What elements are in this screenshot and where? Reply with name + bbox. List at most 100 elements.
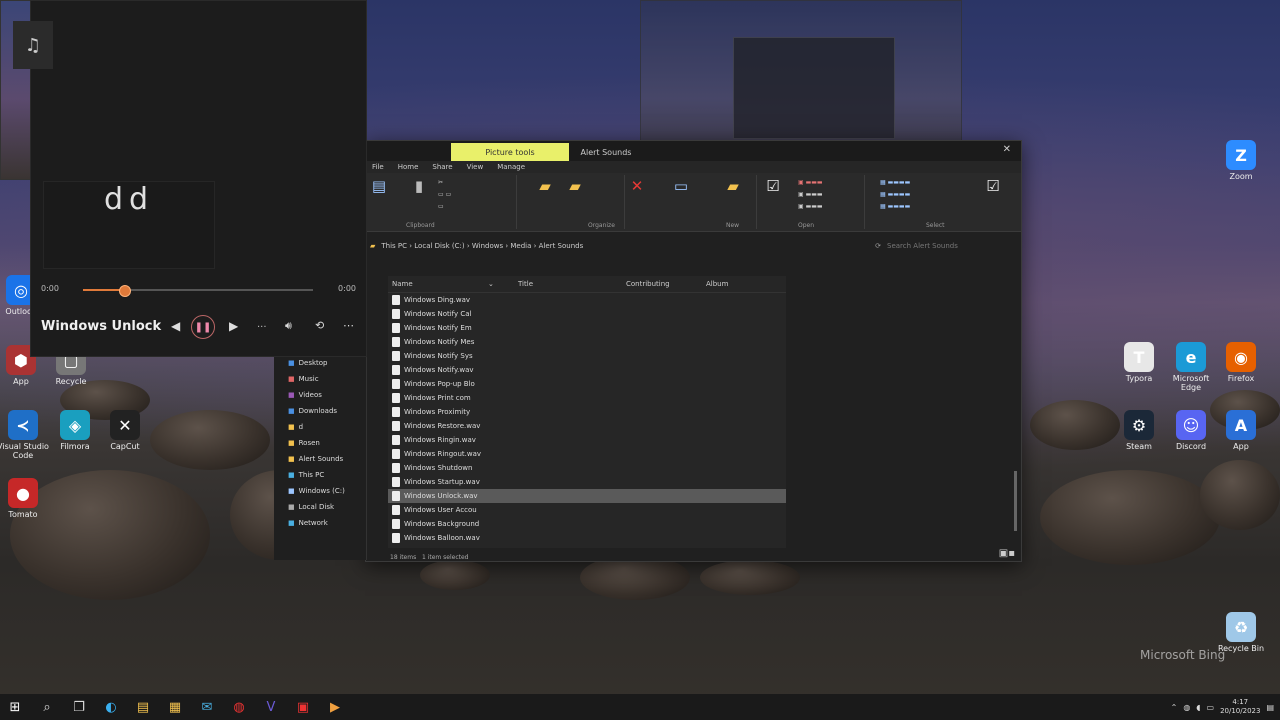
copy-button[interactable]: ▤ (370, 177, 388, 195)
file-row[interactable]: Windows Notify Mes (388, 335, 786, 349)
media-player[interactable]: ♫ dd 0:00 0:00 Windows Unlock ◀ ❚❚ ▶ ...… (13, 0, 367, 357)
desktop-icon[interactable]: A App (1212, 410, 1270, 451)
nav-item[interactable]: ■ Downloads (274, 403, 366, 419)
file-row[interactable]: Windows Notify Em (388, 321, 786, 335)
column-contributing[interactable]: Contributing (626, 280, 706, 288)
network-icon[interactable]: ◍ (1183, 703, 1190, 712)
desktop-icon[interactable]: ⚙ Steam (1110, 410, 1168, 451)
breadcrumb-item[interactable]: This PC (381, 242, 407, 250)
taskbar-app-icon[interactable]: ✉ (194, 694, 220, 720)
file-row[interactable]: Windows Unlock.wav (388, 489, 786, 503)
breadcrumb-item[interactable]: Windows (472, 242, 503, 250)
file-row[interactable]: Windows Proximity (388, 405, 786, 419)
previous-icon[interactable]: ◀ (171, 319, 180, 333)
volume-icon[interactable]: ◖ (1196, 703, 1200, 712)
desktop-icon[interactable]: ◉ Firefox (1212, 342, 1270, 383)
taskbar-app-icon[interactable]: ⊞ (2, 694, 28, 720)
ribbon-tab-manage[interactable]: Manage (497, 163, 525, 171)
media-preview-thumbnail[interactable] (1, 1, 321, 179)
file-row[interactable]: Windows Notify.wav (388, 363, 786, 377)
file-row[interactable]: Windows Print com (388, 391, 786, 405)
taskbar-app-icon[interactable]: ◍ (226, 694, 252, 720)
column-title[interactable]: Title (518, 280, 626, 288)
file-row[interactable]: Windows Notify Sys (388, 349, 786, 363)
nav-item[interactable]: ■ Rosen (274, 435, 366, 451)
next-icon[interactable]: ▶ (229, 319, 238, 333)
file-row[interactable]: Windows Balloon.wav (388, 531, 786, 545)
desktop-icon[interactable]: ≺ Visual Studio Code (0, 410, 52, 460)
paste-button[interactable]: ▮ (410, 177, 428, 195)
notifications-icon[interactable]: ▤ (1266, 703, 1274, 712)
navigation-pane[interactable]: ■ Desktop ■ Music ■ Videos ■ Downloads ■ d ■ Rosen ■… (274, 355, 367, 560)
file-row[interactable]: Windows Notify Cal (388, 307, 786, 321)
file-row[interactable]: Windows Ringin.wav (388, 433, 786, 447)
repeat-icon[interactable]: ⟲ (315, 319, 324, 332)
nav-item[interactable]: ■ Desktop (274, 355, 366, 371)
nav-item[interactable]: ■ Alert Sounds (274, 451, 366, 467)
tab-picture-tools[interactable]: Picture tools (451, 143, 569, 161)
taskbar-app-icon[interactable]: ❐ (66, 694, 92, 720)
breadcrumb-item[interactable]: Local Disk (C:) (414, 242, 464, 250)
battery-icon[interactable]: ▭ (1207, 703, 1215, 712)
rename-button[interactable]: ▭ (672, 177, 690, 195)
desktop-icon[interactable]: T Typora (1110, 342, 1168, 383)
column-album[interactable]: Album (706, 280, 766, 288)
pause-button[interactable]: ❚❚ (191, 315, 215, 339)
view-toggle-icon[interactable]: ▣▪ (999, 548, 1015, 559)
breadcrumb-item[interactable]: Media (510, 242, 531, 250)
select-button[interactable]: ☑ (984, 177, 1002, 195)
file-row[interactable]: Windows Ding.wav (388, 293, 786, 307)
column-name[interactable]: Name (388, 280, 488, 288)
taskbar-app-icon[interactable]: ▤ (130, 694, 156, 720)
nav-item[interactable]: ■ This PC (274, 467, 366, 483)
nav-item[interactable]: ■ Windows (C:) (274, 483, 366, 499)
nav-item[interactable]: ■ Music (274, 371, 366, 387)
scrollbar[interactable] (1014, 471, 1017, 531)
file-row[interactable]: Windows Pop-up Blo (388, 377, 786, 391)
clock[interactable]: 4:17 20/10/2023 (1220, 698, 1260, 716)
file-row[interactable]: Windows Background (388, 517, 786, 531)
volume-icon[interactable]: 🔊︎ (285, 319, 292, 333)
move-to-button[interactable]: ▰ (536, 177, 554, 195)
desktop-icon[interactable]: ● Tomato (0, 478, 52, 519)
nav-item-label: Desktop (298, 359, 328, 367)
search-input[interactable]: Search Alert Sounds (887, 242, 1007, 250)
file-explorer-window[interactable]: Picture tools Alert Sounds ✕ File Home Sha… (365, 140, 1022, 562)
delete-button[interactable]: ✕ (628, 177, 646, 195)
taskbar-app-icon[interactable]: ▶ (322, 694, 348, 720)
taskbar-app-icon[interactable]: V (258, 694, 284, 720)
refresh-icon[interactable]: ⟳ (875, 242, 881, 250)
file-list[interactable]: Name ⌄ Title Contributing Album Windows … (388, 276, 786, 548)
ribbon-tab-file[interactable]: File (372, 163, 384, 171)
desktop-icon[interactable]: ✕ CapCut (96, 410, 154, 451)
nav-item[interactable]: ■ Local Disk (274, 499, 366, 515)
taskbar-app-icon[interactable]: ◐ (98, 694, 124, 720)
new-folder-button[interactable]: ▰ (724, 177, 742, 195)
nav-item[interactable]: ■ Network (274, 515, 366, 531)
nav-item[interactable]: ■ Videos (274, 387, 366, 403)
file-row[interactable]: Windows User Accou (388, 503, 786, 517)
tab-alert-sounds[interactable]: Alert Sounds (571, 143, 641, 161)
chevron-up-icon[interactable]: ⌃ (1171, 703, 1178, 712)
ribbon-tab-view[interactable]: View (467, 163, 484, 171)
ribbon-tab-home[interactable]: Home (398, 163, 419, 171)
ribbon-tab-share[interactable]: Share (432, 163, 452, 171)
taskbar-app-icon[interactable]: ▦ (162, 694, 188, 720)
more-options-icon[interactable]: ⋯ (343, 319, 354, 332)
properties-button[interactable]: ☑ (764, 177, 782, 195)
address-bar[interactable]: ▰ This PC › Local Disk (C:) › Windows › … (366, 232, 1021, 260)
seek-bar[interactable] (83, 285, 313, 297)
close-icon[interactable]: ✕ (1003, 144, 1011, 155)
taskbar-app-icon[interactable]: ▣ (290, 694, 316, 720)
file-row[interactable]: Windows Startup.wav (388, 475, 786, 489)
file-row[interactable]: Windows Shutdown (388, 461, 786, 475)
breadcrumb-item[interactable]: Alert Sounds (539, 242, 584, 250)
copy-to-button[interactable]: ▰ (566, 177, 584, 195)
desktop-icon[interactable]: Z Zoom (1212, 140, 1270, 181)
file-row[interactable]: Windows Ringout.wav (388, 447, 786, 461)
seek-bar-thumb[interactable] (119, 285, 132, 297)
taskbar-app-icon[interactable]: ⌕ (34, 694, 60, 720)
file-row[interactable]: Windows Restore.wav (388, 419, 786, 433)
desktop-icon[interactable]: ♻ Recycle Bin (1212, 612, 1270, 653)
nav-item[interactable]: ■ d (274, 419, 366, 435)
